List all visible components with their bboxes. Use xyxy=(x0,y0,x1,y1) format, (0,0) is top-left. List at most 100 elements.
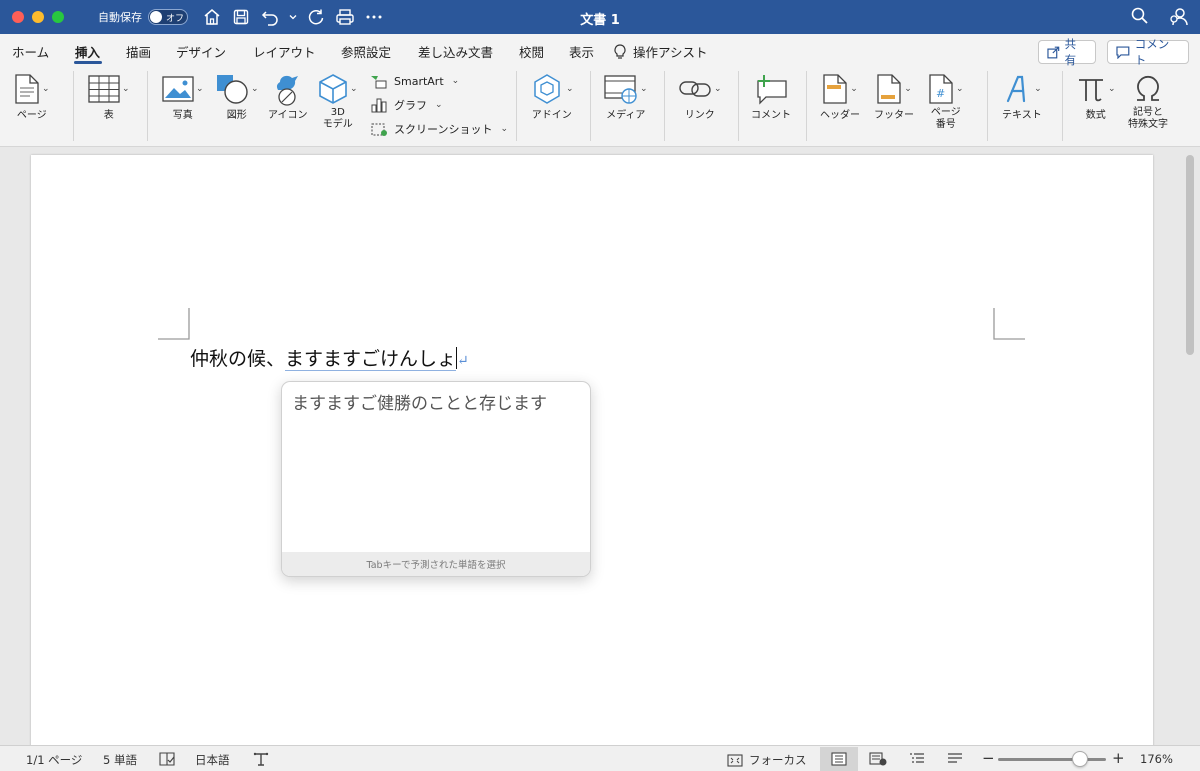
new-comment-button[interactable]: コメント xyxy=(751,73,791,122)
pi-icon xyxy=(1079,79,1103,102)
quick-access-toolbar xyxy=(202,7,384,27)
draft-view-icon[interactable] xyxy=(947,752,963,769)
chevron-down-icon: ⌄ xyxy=(42,84,50,94)
window-controls xyxy=(12,11,64,23)
margin-corner-top-left xyxy=(158,308,190,340)
account-icon[interactable] xyxy=(1168,6,1190,32)
redo-icon[interactable] xyxy=(306,7,326,27)
pictures-button[interactable]: ⌄ 写真 xyxy=(162,73,204,122)
symbols-label: 記号と 特殊文字 xyxy=(1128,107,1168,130)
web-layout-view-icon[interactable] xyxy=(869,752,887,769)
accessibility-icon[interactable] xyxy=(253,752,269,769)
zoom-slider-track[interactable] xyxy=(998,758,1106,761)
equation-button[interactable]: ⌄ 数式 xyxy=(1076,73,1116,122)
tab-view[interactable]: 表示 xyxy=(569,42,594,61)
tab-home[interactable]: ホーム xyxy=(12,42,49,61)
chevron-down-icon: ⌄ xyxy=(566,84,574,94)
outline-view-icon[interactable] xyxy=(909,752,925,769)
cube-icon xyxy=(319,74,347,104)
chevron-down-icon: ⌄ xyxy=(850,84,858,94)
chevron-down-icon: ⌄ xyxy=(122,84,130,94)
maximize-window-button[interactable] xyxy=(52,11,64,23)
link-button[interactable]: ⌄ リンク xyxy=(678,73,722,122)
page-number-button[interactable]: # ⌄ ページ 番号 xyxy=(928,73,964,131)
tab-layout[interactable]: レイアウト xyxy=(253,42,316,61)
search-icon[interactable] xyxy=(1130,6,1150,32)
shapes-button[interactable]: ⌄ 図形 xyxy=(215,73,259,122)
text-label: テキスト xyxy=(1002,110,1042,121)
shapes-icon xyxy=(217,75,248,104)
typed-text: 仲秋の候、 xyxy=(190,348,286,370)
share-button[interactable]: 共有 xyxy=(1038,37,1096,67)
link-icon xyxy=(679,81,711,97)
title-bar: 自動保存 オフ 文書 1 xyxy=(0,0,1200,34)
vertical-scrollbar[interactable] xyxy=(1186,155,1194,355)
page-number-label: ページ 番号 xyxy=(930,107,961,130)
chart-label: グラフ xyxy=(394,99,427,112)
chevron-down-icon[interactable] xyxy=(289,7,297,27)
print-icon[interactable] xyxy=(335,7,355,27)
symbols-button[interactable]: 記号と 特殊文字 xyxy=(1128,73,1168,131)
screenshot-label: スクリーンショット xyxy=(394,123,493,136)
document-page[interactable]: 仲秋の候、ますますごけんしょ↵ xyxy=(31,155,1153,755)
media-button[interactable]: ⌄ メディア xyxy=(604,73,648,122)
tab-design[interactable]: デザイン xyxy=(176,42,226,61)
header-button[interactable]: ⌄ ヘッダー xyxy=(820,73,860,122)
shapes-label: 図形 xyxy=(226,110,247,121)
table-button[interactable]: ⌄ 表 xyxy=(88,73,130,122)
save-icon[interactable] xyxy=(231,7,251,27)
page-button[interactable]: ⌄ ページ xyxy=(14,73,50,122)
screenshot-button[interactable]: スクリーンショット ⌄ xyxy=(370,121,508,137)
minimize-window-button[interactable] xyxy=(32,11,44,23)
zoom-slider-thumb[interactable] xyxy=(1072,751,1089,767)
equation-label: 数式 xyxy=(1085,110,1106,121)
page-count[interactable]: 1/1 ページ xyxy=(26,752,82,768)
3d-models-button[interactable]: ⌄ 3D モデル xyxy=(318,73,358,131)
proofing-icon[interactable] xyxy=(158,752,176,769)
zoom-in-button[interactable]: + xyxy=(1112,749,1125,767)
document-body-text[interactable]: 仲秋の候、ますますごけんしょ↵ xyxy=(190,344,469,371)
predicted-phrase[interactable]: ますますご健勝のことと存じます xyxy=(292,389,547,414)
smartart-icon xyxy=(371,76,387,89)
tab-references[interactable]: 参照設定 xyxy=(341,42,391,61)
more-icon[interactable] xyxy=(364,7,384,27)
close-window-button[interactable] xyxy=(12,11,24,23)
addins-button[interactable]: ⌄ アドイン xyxy=(530,73,574,122)
text-button[interactable]: ⌄ テキスト xyxy=(1002,73,1042,122)
footer-button[interactable]: ⌄ フッター xyxy=(874,73,914,122)
word-count[interactable]: 5 単語 xyxy=(103,752,137,768)
table-icon xyxy=(88,75,120,103)
chevron-down-icon: ⌄ xyxy=(500,124,508,134)
print-layout-view-icon[interactable] xyxy=(831,752,847,769)
zoom-out-button[interactable]: − xyxy=(982,749,995,767)
icons-button[interactable]: アイコン xyxy=(268,73,308,122)
text-box-icon xyxy=(1006,75,1026,103)
new-comment-label: コメント xyxy=(751,110,791,121)
omega-icon xyxy=(1137,76,1159,101)
focus-mode-button[interactable]: フォーカス xyxy=(727,752,807,768)
status-bar: 1/1 ページ 5 単語 日本語 フォーカス − + 176% xyxy=(0,745,1200,771)
tab-insert[interactable]: 挿入 xyxy=(75,42,100,61)
zoom-level[interactable]: 176% xyxy=(1140,752,1173,766)
svg-text:#: # xyxy=(936,87,945,100)
page-icon xyxy=(15,74,39,104)
chart-button[interactable]: グラフ ⌄ xyxy=(370,97,443,113)
chevron-down-icon: ⌄ xyxy=(904,84,912,94)
comments-button[interactable]: コメント xyxy=(1107,37,1189,67)
focus-label: フォーカス xyxy=(749,753,807,767)
tab-review[interactable]: 校閲 xyxy=(519,42,544,61)
icons-label: アイコン xyxy=(268,110,308,121)
tab-draw[interactable]: 描画 xyxy=(126,42,151,61)
smartart-button[interactable]: SmartArt ⌄ xyxy=(370,73,459,89)
tell-me-search[interactable]: 操作アシスト xyxy=(613,42,708,61)
smartart-label: SmartArt xyxy=(394,74,444,88)
page-number-icon: # xyxy=(929,74,953,104)
titlebar-right-controls xyxy=(1130,6,1190,32)
undo-icon[interactable] xyxy=(260,7,280,27)
home-icon[interactable] xyxy=(202,7,222,27)
chevron-down-icon: ⌄ xyxy=(435,100,443,110)
tab-mailings[interactable]: 差し込み文書 xyxy=(418,42,493,61)
language-indicator[interactable]: 日本語 xyxy=(195,752,230,768)
autosave-toggle[interactable]: オフ xyxy=(148,9,188,25)
chart-icon xyxy=(371,98,387,113)
